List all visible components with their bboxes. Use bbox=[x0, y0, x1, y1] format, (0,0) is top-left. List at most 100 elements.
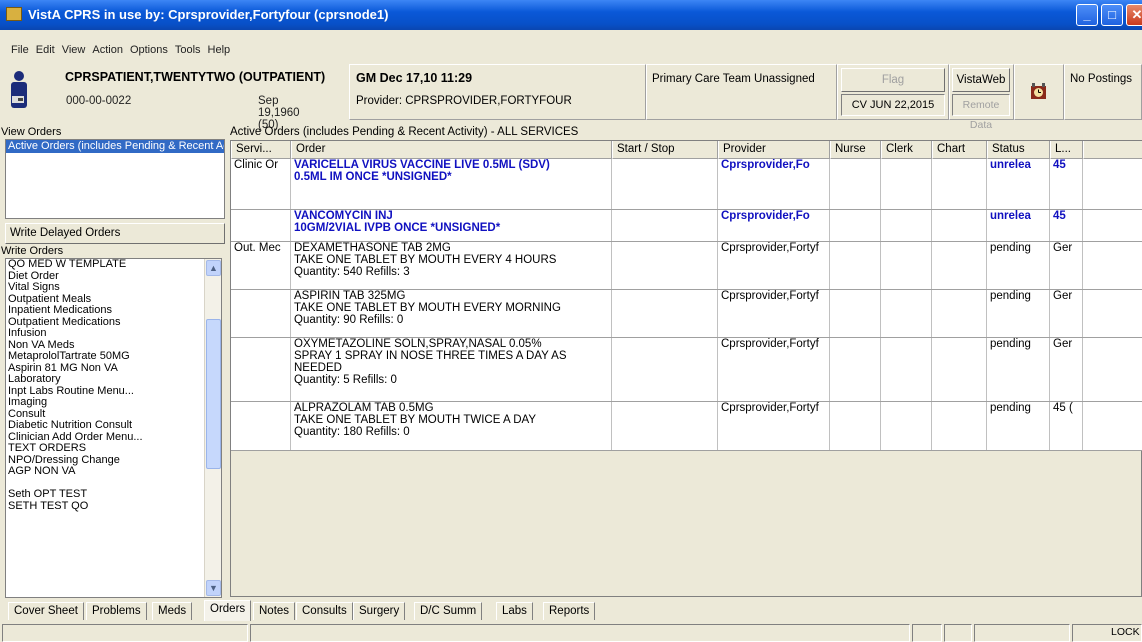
write-order-item[interactable]: MetaprololTartrate 50MG bbox=[6, 350, 221, 363]
write-order-item[interactable]: Seth OPT TEST bbox=[6, 488, 221, 501]
flag-button[interactable]: Flag bbox=[841, 68, 945, 92]
order-line: DEXAMETHASONE TAB 2MG bbox=[294, 242, 451, 254]
order-line: VARICELLA VIRUS VACCINE LIVE 0.5ML (SDV) bbox=[294, 159, 550, 171]
patient-header: CPRSPATIENT,TWENTYTWO (OUTPATIENT) 000-0… bbox=[0, 64, 1142, 131]
order-start-stop bbox=[612, 290, 718, 337]
write-order-item[interactable]: Infusion bbox=[6, 327, 221, 340]
menu-options[interactable]: Options bbox=[130, 41, 168, 59]
column-header[interactable]: Servi... bbox=[231, 141, 291, 159]
menu-help[interactable]: Help bbox=[208, 41, 231, 59]
column-header[interactable]: Clerk bbox=[881, 141, 932, 159]
write-order-item[interactable]: QO MED W TEMPLATE bbox=[6, 259, 221, 271]
order-text: VARICELLA VIRUS VACCINE LIVE 0.5ML (SDV)… bbox=[291, 159, 612, 209]
order-row[interactable]: OXYMETAZOLINE SOLN,SPRAY,NASAL 0.05% SPRA… bbox=[231, 338, 1142, 402]
order-line: Quantity: 180 Refills: 0 bbox=[294, 426, 410, 438]
order-row[interactable]: ASPIRIN TAB 325MG TAKE ONE TABLET BY MOUT… bbox=[231, 290, 1142, 338]
order-chart bbox=[932, 210, 987, 241]
visit-info-button[interactable]: GM Dec 17,10 11:29 Provider: CPRSPROVIDE… bbox=[349, 64, 646, 120]
order-line: 0.5ML IM ONCE *UNSIGNED* bbox=[294, 171, 452, 183]
column-header[interactable]: L... bbox=[1050, 141, 1083, 159]
order-text: OXYMETAZOLINE SOLN,SPRAY,NASAL 0.05% SPRA… bbox=[291, 338, 612, 401]
column-header[interactable]: Order bbox=[291, 141, 612, 159]
order-row[interactable]: VANCOMYCIN INJ 10GM/2VIAL IVPB ONCE *UNSI… bbox=[231, 210, 1142, 242]
view-orders-list[interactable]: Active Orders (includes Pending & Recent… bbox=[5, 139, 225, 219]
order-start-stop bbox=[612, 210, 718, 241]
maximize-button[interactable]: □ bbox=[1101, 4, 1123, 26]
menu-file[interactable]: File bbox=[11, 41, 29, 59]
status-panel-4 bbox=[944, 624, 972, 642]
order-service bbox=[231, 402, 291, 450]
remote-data-button[interactable]: Remote Data bbox=[952, 94, 1010, 131]
tab-orders[interactable]: Orders bbox=[204, 600, 252, 621]
tab-meds[interactable]: Meds bbox=[152, 602, 193, 620]
tab-problems[interactable]: Problems bbox=[86, 602, 147, 620]
menu-action[interactable]: Action bbox=[92, 41, 123, 59]
order-provider: Cprsprovider,Fo bbox=[718, 159, 830, 209]
flag-date[interactable]: CV JUN 22,2015 bbox=[841, 94, 945, 116]
reminder-clock-icon bbox=[1031, 83, 1046, 99]
order-provider: Cprsprovider,Fortyf bbox=[718, 290, 830, 337]
postings-panel[interactable]: No Postings bbox=[1064, 64, 1142, 120]
column-header[interactable]: Nurse bbox=[830, 141, 881, 159]
write-order-item[interactable]: Inpatient Medications bbox=[6, 304, 221, 317]
order-line: Quantity: 5 Refills: 0 bbox=[294, 374, 397, 386]
title-bar[interactable]: VistA CPRS in use by: Cprsprovider,Forty… bbox=[0, 0, 1142, 30]
left-pane: View Orders Active Orders (includes Pend… bbox=[0, 126, 226, 602]
reminders-panel[interactable] bbox=[1014, 64, 1064, 120]
write-order-item[interactable]: Diabetic Nutrition Consult bbox=[6, 419, 221, 432]
tab-surgery[interactable]: Surgery bbox=[353, 602, 406, 620]
order-location: 45 ( bbox=[1050, 402, 1083, 450]
column-header[interactable] bbox=[1083, 141, 1142, 159]
order-location: 45 bbox=[1050, 210, 1083, 241]
tab-notes[interactable]: Notes bbox=[253, 602, 296, 620]
write-orders-list[interactable]: QO MED W TEMPLATE Diet Order Vital Signs Ou… bbox=[5, 258, 222, 598]
order-line: TAKE ONE TABLET BY MOUTH EVERY 4 HOURS bbox=[294, 254, 557, 266]
view-orders-selected[interactable]: Active Orders (includes Pending & Recent… bbox=[6, 140, 224, 153]
order-line: 10GM/2VIAL IVPB ONCE *UNSIGNED* bbox=[294, 222, 501, 234]
write-order-item[interactable]: AGP NON VA bbox=[6, 465, 221, 478]
order-row[interactable]: ALPRAZOLAM TAB 0.5MG TAKE ONE TABLET BY M… bbox=[231, 402, 1142, 451]
scroll-up-arrow-icon[interactable]: ▲ bbox=[206, 260, 221, 276]
scroll-thumb[interactable] bbox=[206, 319, 221, 469]
write-orders-scrollbar[interactable]: ▲ ▼ bbox=[204, 259, 221, 597]
order-row[interactable]: Clinic Or VARICELLA VIRUS VACCINE LIVE 0.… bbox=[231, 159, 1142, 210]
close-button[interactable]: ✕ bbox=[1126, 4, 1142, 26]
write-order-item[interactable]: Vital Signs bbox=[6, 281, 221, 294]
order-chart bbox=[932, 159, 987, 209]
order-line: SPRAY 1 SPRAY IN NOSE THREE TIMES A DAY … bbox=[294, 350, 567, 374]
team-label: Primary Care Team Unassigned bbox=[652, 73, 815, 85]
order-extra bbox=[1083, 210, 1142, 241]
orders-grid[interactable]: Servi... Order Start / Stop Provider Nurse Cl… bbox=[230, 140, 1142, 597]
order-row[interactable]: Out. Mec DEXAMETHASONE TAB 2MG TAKE ONE TA… bbox=[231, 242, 1142, 290]
menu-edit[interactable]: Edit bbox=[36, 41, 55, 59]
tab-consults[interactable]: Consults bbox=[296, 602, 353, 620]
patient-info-button[interactable]: CPRSPATIENT,TWENTYTWO (OUTPATIENT) 000-0… bbox=[0, 64, 325, 131]
menu-tools[interactable]: Tools bbox=[175, 41, 201, 59]
write-order-item[interactable]: SETH TEST QO bbox=[6, 500, 221, 513]
scroll-down-arrow-icon[interactable]: ▼ bbox=[206, 580, 221, 596]
write-order-item[interactable]: Imaging bbox=[6, 396, 221, 409]
order-line: Quantity: 540 Refills: 3 bbox=[294, 266, 410, 278]
write-delayed-orders-button[interactable]: Write Delayed Orders bbox=[5, 223, 225, 244]
order-status: unrelea bbox=[987, 159, 1050, 209]
order-chart bbox=[932, 290, 987, 337]
tab-cover-sheet[interactable]: Cover Sheet bbox=[8, 602, 84, 620]
column-header[interactable]: Status bbox=[987, 141, 1050, 159]
write-order-item[interactable]: TEXT ORDERS bbox=[6, 442, 221, 455]
order-nurse bbox=[830, 290, 881, 337]
column-header[interactable]: Chart bbox=[932, 141, 987, 159]
vistaweb-button[interactable]: VistaWeb bbox=[952, 68, 1010, 92]
tab-d-c-summ[interactable]: D/C Summ bbox=[414, 602, 483, 620]
tab-reports[interactable]: Reports bbox=[543, 602, 596, 620]
tab-labs[interactable]: Labs bbox=[496, 602, 533, 620]
column-header[interactable]: Start / Stop bbox=[612, 141, 718, 159]
orders-pane: Active Orders (includes Pending & Recent… bbox=[226, 126, 1142, 602]
visit-location: GM Dec 17,10 11:29 bbox=[356, 71, 473, 85]
order-line: TAKE ONE TABLET BY MOUTH TWICE A DAY bbox=[294, 414, 536, 426]
minimize-button[interactable]: _ bbox=[1076, 4, 1098, 26]
order-status: pending bbox=[987, 290, 1050, 337]
menu-view[interactable]: View bbox=[62, 41, 86, 59]
primary-care-team[interactable]: Primary Care Team Unassigned bbox=[646, 64, 837, 120]
write-order-item[interactable]: Laboratory bbox=[6, 373, 221, 386]
column-header[interactable]: Provider bbox=[718, 141, 830, 159]
